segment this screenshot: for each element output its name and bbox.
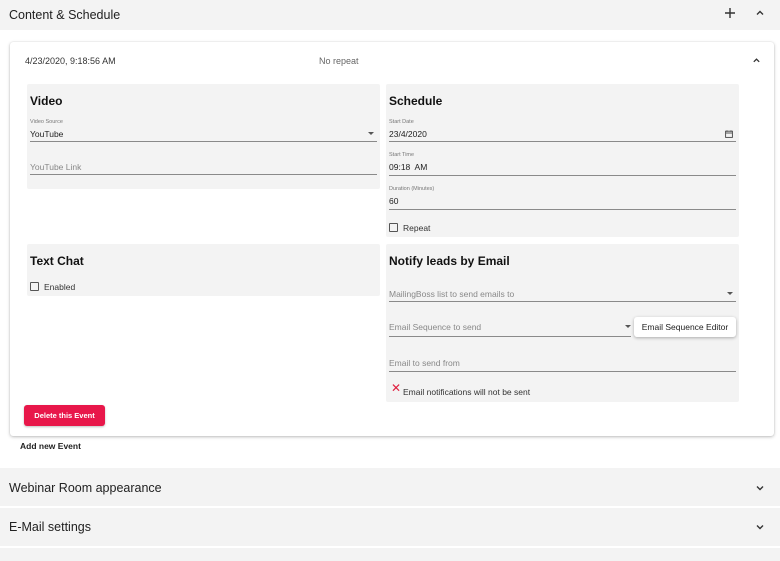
video-source-select[interactable]: YouTube bbox=[30, 129, 63, 139]
section-header-email-settings[interactable]: E-Mail settings bbox=[0, 508, 780, 546]
video-title: Video bbox=[30, 94, 63, 108]
video-source-label: Video Source bbox=[30, 119, 63, 125]
duration-input[interactable]: 60 bbox=[389, 196, 398, 206]
video-source-underline bbox=[30, 141, 377, 142]
notify-title: Notify leads by Email bbox=[389, 254, 510, 268]
next-section-stub bbox=[0, 548, 780, 561]
start-time-underline bbox=[389, 175, 736, 176]
chevron-down-icon[interactable] bbox=[368, 132, 374, 135]
start-time-label: Start Time bbox=[389, 152, 415, 158]
page: Content & Schedule 4/23/2020, 9:18:56 AM… bbox=[0, 0, 780, 561]
email-from-underline bbox=[389, 371, 736, 372]
youtube-link-underline bbox=[30, 174, 377, 175]
event-datetime: 4/23/2020, 9:18:56 AM bbox=[25, 56, 116, 66]
chevron-down-icon[interactable] bbox=[727, 292, 733, 295]
delete-event-button[interactable]: Delete this Event bbox=[24, 405, 105, 426]
chevron-down-icon[interactable] bbox=[753, 520, 767, 534]
chat-enabled-checkbox[interactable] bbox=[30, 282, 39, 291]
start-date-underline bbox=[389, 141, 736, 142]
start-time-input[interactable]: 09:18 AM bbox=[389, 162, 427, 172]
duration-label: Duration (Minutes) bbox=[389, 186, 435, 192]
email-sequence-underline bbox=[389, 336, 631, 337]
close-icon: ✕ bbox=[391, 381, 402, 395]
youtube-link-input[interactable]: YouTube Link bbox=[30, 162, 81, 172]
text-chat-title: Text Chat bbox=[30, 254, 84, 268]
section-header-content-schedule[interactable]: Content & Schedule bbox=[0, 0, 780, 30]
event-card: 4/23/2020, 9:18:56 AM No repeat Video Vi… bbox=[10, 42, 774, 436]
start-date-label: Start Date bbox=[389, 119, 414, 125]
event-repeat-summary: No repeat bbox=[319, 56, 359, 66]
chat-enabled-label: Enabled bbox=[44, 282, 76, 292]
schedule-title: Schedule bbox=[389, 94, 443, 108]
section-title: E-Mail settings bbox=[9, 520, 91, 534]
section-title: Content & Schedule bbox=[9, 8, 121, 22]
section-title: Webinar Room appearance bbox=[9, 480, 162, 495]
repeat-label: Repeat bbox=[403, 223, 431, 233]
text-chat-panel: Text Chat Enabled bbox=[27, 244, 380, 296]
mailing-list-select[interactable]: MailingBoss list to send emails to bbox=[389, 289, 514, 299]
mailing-list-underline bbox=[389, 301, 736, 302]
email-sequence-editor-button[interactable]: Email Sequence Editor bbox=[634, 317, 736, 337]
schedule-panel: Schedule Start Date 23/4/2020 Start Time… bbox=[386, 84, 739, 237]
chevron-down-icon[interactable] bbox=[753, 481, 767, 495]
calendar-icon[interactable] bbox=[724, 129, 733, 138]
start-date-input[interactable]: 23/4/2020 bbox=[389, 129, 427, 139]
email-from-input[interactable]: Email to send from bbox=[389, 358, 460, 368]
add-new-event-link[interactable]: Add new Event bbox=[20, 441, 81, 451]
chevron-up-icon[interactable] bbox=[750, 54, 762, 66]
content-schedule-body: 4/23/2020, 9:18:56 AM No repeat Video Vi… bbox=[0, 30, 780, 468]
duration-underline bbox=[389, 209, 736, 210]
chevron-down-icon[interactable] bbox=[625, 325, 631, 328]
chevron-up-icon[interactable] bbox=[753, 6, 767, 20]
email-sequence-select[interactable]: Email Sequence to send bbox=[389, 322, 481, 332]
email-notice: Email notifications will not be sent bbox=[403, 387, 531, 397]
repeat-checkbox[interactable] bbox=[389, 223, 398, 232]
plus-icon[interactable] bbox=[723, 6, 737, 20]
video-panel: Video Video Source YouTube YouTube Link bbox=[27, 84, 380, 189]
section-header-webinar-room[interactable]: Webinar Room appearance bbox=[0, 469, 780, 506]
